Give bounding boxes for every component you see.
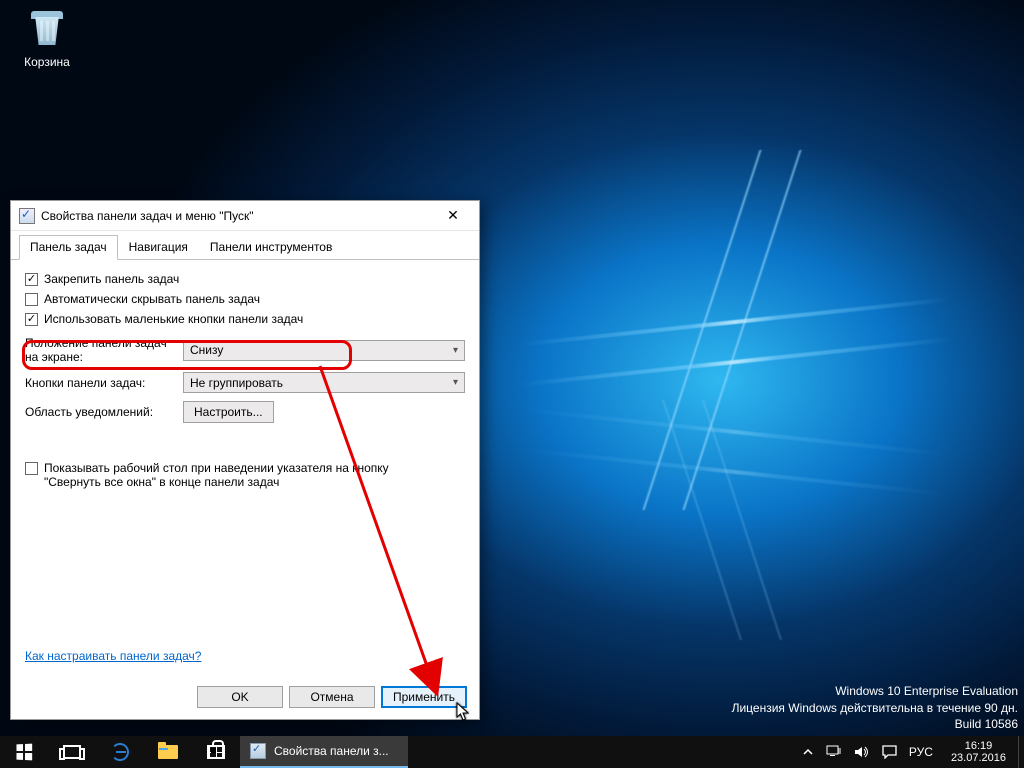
edge-button[interactable] xyxy=(96,736,144,768)
wallpaper-logo xyxy=(520,297,950,346)
clock-time: 16:19 xyxy=(951,740,1006,752)
language-indicator[interactable]: РУС xyxy=(909,745,933,759)
checkbox-label: Показывать рабочий стол при наведении ук… xyxy=(44,461,435,489)
taskbar-app-label: Свойства панели з... xyxy=(274,744,389,758)
desktop: Корзина Windows 10 Enterprise Evaluation… xyxy=(0,0,1024,768)
show-desktop-button[interactable] xyxy=(1018,736,1024,768)
chevron-down-icon: ▾ xyxy=(453,377,458,388)
titlebar[interactable]: Свойства панели задач и меню "Пуск" ✕ xyxy=(11,201,479,231)
cancel-button[interactable]: Отмена xyxy=(289,686,375,708)
task-view-button[interactable] xyxy=(48,736,96,768)
edge-icon xyxy=(111,743,129,761)
wallpaper-logo xyxy=(661,400,743,640)
watermark-line: Windows 10 Enterprise Evaluation xyxy=(732,683,1018,699)
checkbox-label: Закрепить панель задач xyxy=(44,272,179,286)
checkbox-small-buttons[interactable] xyxy=(25,313,38,326)
dialog-icon xyxy=(19,208,35,224)
taskbar-properties-dialog: Свойства панели задач и меню "Пуск" ✕ Па… xyxy=(10,200,480,720)
label-position: Положение панели задач на экране: xyxy=(25,336,175,364)
clock[interactable]: 16:19 23.07.2016 xyxy=(945,740,1012,764)
tab-body: Закрепить панель задач Автоматически скр… xyxy=(11,260,479,676)
store-button[interactable] xyxy=(192,736,240,768)
file-explorer-button[interactable] xyxy=(144,736,192,768)
task-view-icon xyxy=(63,745,81,759)
checkbox-peek[interactable] xyxy=(25,462,38,475)
store-icon xyxy=(207,745,225,759)
tab-taskbar[interactable]: Панель задач xyxy=(19,235,118,260)
combo-value: Снизу xyxy=(190,343,223,357)
clock-date: 23.07.2016 xyxy=(951,752,1006,764)
wallpaper-logo xyxy=(520,447,950,496)
apply-button[interactable]: Применить xyxy=(381,686,467,708)
action-center-icon[interactable] xyxy=(882,745,897,759)
start-button[interactable] xyxy=(0,736,48,768)
activation-watermark: Windows 10 Enterprise Evaluation Лицензи… xyxy=(732,683,1018,732)
network-icon[interactable] xyxy=(826,745,842,759)
taskbar-app-properties[interactable]: Свойства панели з... xyxy=(240,736,408,768)
dialog-title: Свойства панели задач и меню "Пуск" xyxy=(41,209,431,223)
help-link[interactable]: Как настраивать панели задач? xyxy=(25,649,201,663)
checkbox-label: Использовать маленькие кнопки панели зад… xyxy=(44,312,303,326)
combo-value: Не группировать xyxy=(190,376,283,390)
checkbox-label: Автоматически скрывать панель задач xyxy=(44,292,260,306)
system-tray: РУС 16:19 23.07.2016 xyxy=(792,736,1018,768)
label-notification: Область уведомлений: xyxy=(25,405,175,419)
taskbar: Свойства панели з... РУС 16:19 23.07.201… xyxy=(0,736,1024,768)
watermark-line: Build 10586 xyxy=(732,716,1018,732)
wallpaper-logo xyxy=(520,407,950,456)
volume-icon[interactable] xyxy=(854,745,870,759)
tray-chevron-up-icon[interactable] xyxy=(802,746,814,758)
checkbox-lock-taskbar[interactable] xyxy=(25,273,38,286)
windows-logo-icon xyxy=(16,744,32,761)
dialog-icon xyxy=(250,743,266,759)
combo-position[interactable]: Снизу ▾ xyxy=(183,340,465,361)
checkbox-autohide[interactable] xyxy=(25,293,38,306)
chevron-down-icon: ▾ xyxy=(453,345,458,356)
watermark-line: Лицензия Windows действительна в течение… xyxy=(732,700,1018,716)
close-button[interactable]: ✕ xyxy=(431,202,475,230)
dialog-footer: OK Отмена Применить xyxy=(11,675,479,719)
label-buttons: Кнопки панели задач: xyxy=(25,376,175,390)
tab-toolbars[interactable]: Панели инструментов xyxy=(199,235,343,260)
recycle-bin-icon[interactable]: Корзина xyxy=(10,5,84,69)
customize-button[interactable]: Настроить... xyxy=(183,401,274,423)
tab-navigation[interactable]: Навигация xyxy=(118,235,199,260)
ok-button[interactable]: OK xyxy=(197,686,283,708)
folder-icon xyxy=(158,745,178,759)
combo-taskbar-buttons[interactable]: Не группировать ▾ xyxy=(183,372,465,393)
trash-icon xyxy=(23,5,71,53)
tab-strip: Панель задач Навигация Панели инструмент… xyxy=(11,231,479,260)
recycle-bin-label: Корзина xyxy=(10,55,84,69)
